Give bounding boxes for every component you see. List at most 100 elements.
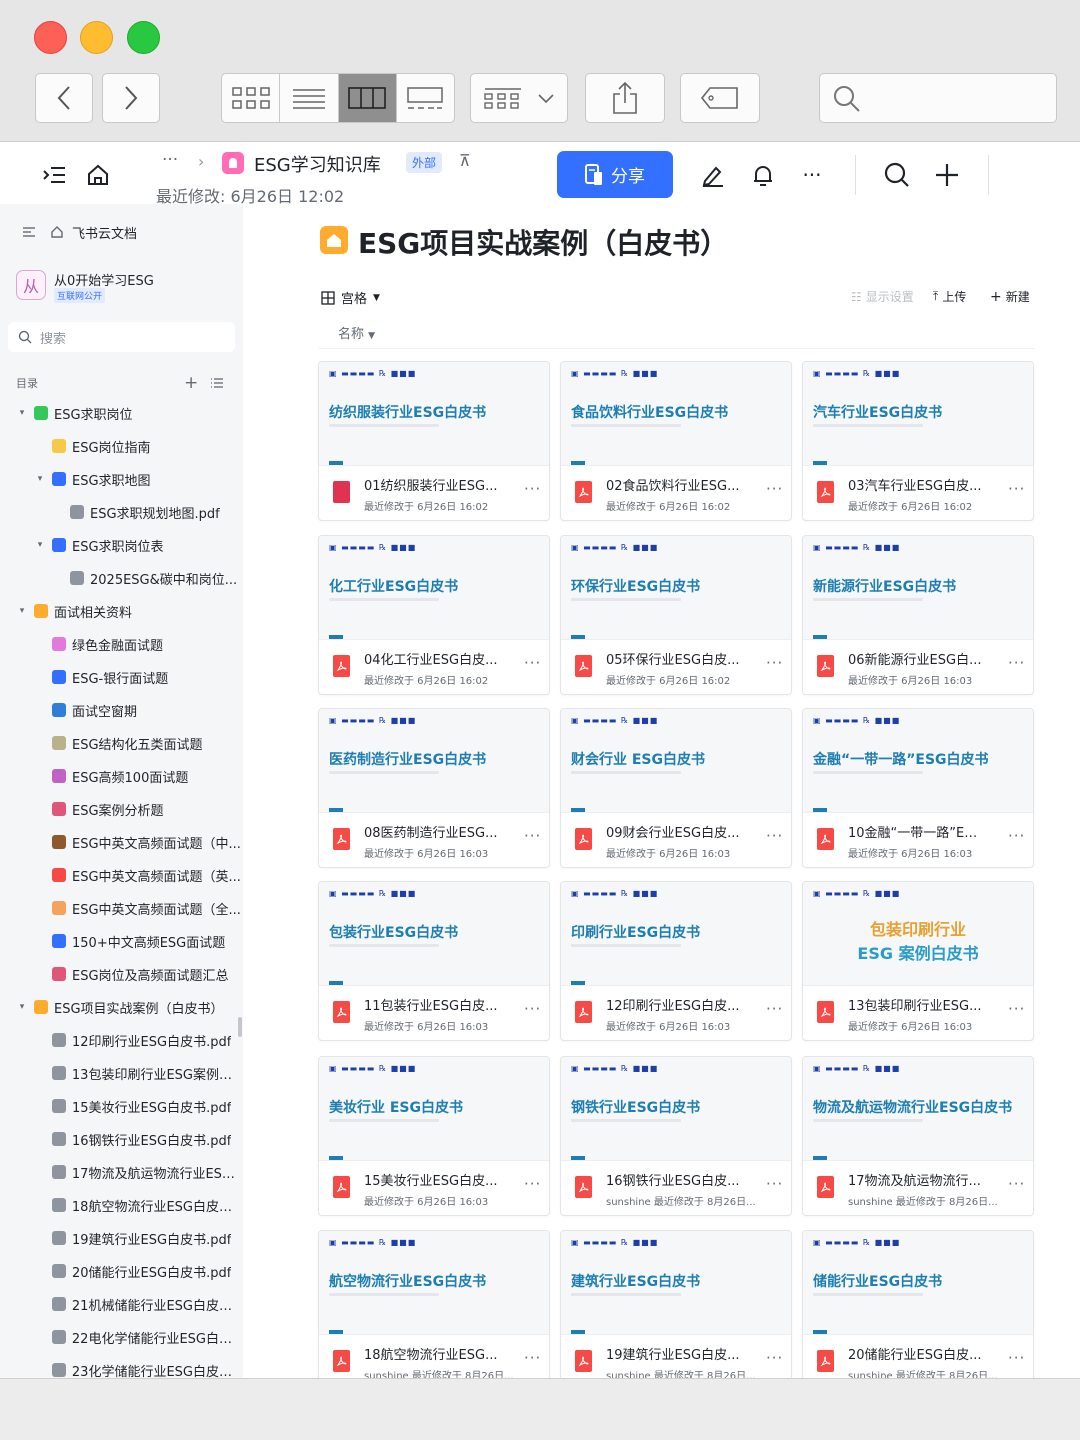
file-more-button[interactable]: ··· (1008, 1349, 1025, 1367)
sidebar-item[interactable]: ESG高频100面试题 (0, 761, 243, 791)
sidebar-item[interactable]: 12印刷行业ESG白皮书.pdf (0, 1025, 243, 1055)
sidebar-item[interactable]: 面试空窗期 (0, 695, 243, 725)
file-card[interactable]: ▣ ▬▬▬▬ ℞ ■■■ 印刷行业ESG白皮书 12印刷行业ESG白皮... 最近修改… (560, 881, 792, 1041)
sidebar-item[interactable]: ESG案例分析题 (0, 794, 243, 824)
list-view-button[interactable] (280, 74, 339, 122)
notifications-button[interactable] (750, 162, 776, 188)
file-card[interactable]: ▣ ▬▬▬▬ ℞ ■■■ 美妆行业 ESG白皮书 15美妆行业ESG白皮... 最近修… (318, 1056, 550, 1216)
zoom-window-button[interactable] (127, 21, 160, 54)
file-more-button[interactable]: ··· (524, 1175, 541, 1193)
pin-icon[interactable]: ⊼ (459, 151, 471, 170)
sidebar-item[interactable]: ESG岗位指南 (0, 431, 243, 461)
toc-options-icon[interactable] (210, 377, 224, 389)
expand-caret-icon[interactable]: ▾ (34, 474, 46, 484)
file-card[interactable]: ▣ ▬▬▬▬ ℞ ■■■ 金融“一带一路”ESG白皮书 10金融“一带一路”ES..… (802, 708, 1034, 868)
file-more-button[interactable]: ··· (1008, 827, 1025, 845)
cloud-docs-link[interactable]: 飞书云文档 (0, 217, 243, 247)
group-by-button[interactable] (470, 73, 568, 123)
file-card[interactable]: ▣ ▬▬▬▬ ℞ ■■■ 纺织服装行业ESG白皮书 01纺织服装行业ESG... 最近… (318, 361, 550, 521)
sidebar-item[interactable]: 15美妆行业ESG白皮书.pdf (0, 1091, 243, 1121)
file-more-button[interactable]: ··· (524, 827, 541, 845)
display-settings-button[interactable]: ☷ 显示设置 (851, 288, 914, 305)
file-more-button[interactable]: ··· (1008, 1175, 1025, 1193)
add-page-button[interactable]: + (184, 373, 198, 393)
file-card[interactable]: ▣ ▬▬▬▬ ℞ ■■■ 财会行业 ESG白皮书 09财会行业ESG白皮... 最近修… (560, 708, 792, 868)
sidebar-item[interactable]: 绿色金融面试题 (0, 629, 243, 659)
sidebar-item[interactable]: ▾ ESG求职岗位表 (0, 530, 243, 560)
sidebar-item[interactable]: 22电化学储能行业ESG白皮... (0, 1322, 243, 1352)
expand-caret-icon[interactable]: ▾ (16, 606, 28, 616)
sidebar-item[interactable]: 18航空物流行业ESG白皮书... (0, 1190, 243, 1220)
file-more-button[interactable]: ··· (766, 1349, 783, 1367)
file-more-button[interactable]: ··· (766, 654, 783, 672)
create-button[interactable] (932, 160, 962, 190)
sidebar-item[interactable]: ESG中英文高频面试题（英... (0, 860, 243, 890)
file-card[interactable]: ▣ ▬▬▬▬ ℞ ■■■ 钢铁行业ESG白皮书 16钢铁行业ESG白皮... suns… (560, 1056, 792, 1216)
sidebar-item[interactable]: ESG岗位及高频面试题汇总 (0, 959, 243, 989)
file-card[interactable]: ▣ ▬▬▬▬ ℞ ■■■ 航空物流行业ESG白皮书 18航空物流行业ESG... su… (318, 1230, 550, 1378)
sidebar-item[interactable]: 17物流及航运物流行业ESG... (0, 1157, 243, 1187)
sidebar-item[interactable]: 20储能行业ESG白皮书.pdf (0, 1256, 243, 1286)
sidebar-item[interactable]: ▾ ESG求职岗位 (0, 398, 243, 428)
edit-button[interactable] (700, 162, 726, 188)
close-window-button[interactable] (34, 21, 67, 54)
icon-view-button[interactable] (222, 74, 281, 122)
file-more-button[interactable]: ··· (766, 827, 783, 845)
sidebar-search-input[interactable]: 搜索 (8, 322, 235, 352)
sidebar-item[interactable]: ▾ ESG求职地图 (0, 464, 243, 494)
sidebar-item[interactable]: ESG求职规划地图.pdf (0, 497, 243, 527)
expand-caret-icon[interactable]: ▾ (16, 408, 28, 418)
gallery-view-button[interactable] (397, 74, 454, 122)
back-button[interactable] (35, 73, 93, 123)
file-more-button[interactable]: ··· (766, 480, 783, 498)
file-card[interactable]: ▣ ▬▬▬▬ ℞ ■■■ 包装行业ESG白皮书 11包装行业ESG白皮... 最近修改… (318, 881, 550, 1041)
file-card[interactable]: ▣ ▬▬▬▬ ℞ ■■■ 医药制造行业ESG白皮书 08医药制造行业ESG... 最近… (318, 708, 550, 868)
file-more-button[interactable]: ··· (524, 1000, 541, 1018)
file-card[interactable]: ▣ ▬▬▬▬ ℞ ■■■ 化工行业ESG白皮书 04化工行业ESG白皮... 最近修改… (318, 535, 550, 695)
home-button[interactable] (85, 162, 111, 188)
more-actions-button[interactable]: ··· (798, 162, 826, 188)
sidebar-item[interactable]: ESG结构化五类面试题 (0, 728, 243, 758)
file-more-button[interactable]: ··· (1008, 654, 1025, 672)
sidebar-scrollbar[interactable] (238, 1017, 242, 1037)
breadcrumb-space-title[interactable]: ESG学习知识库 (254, 151, 381, 177)
minimize-window-button[interactable] (80, 21, 113, 54)
share-button[interactable]: 分享 (557, 151, 673, 198)
upload-button[interactable]: ⤒ 上传 (933, 288, 966, 305)
file-card[interactable]: ▣ ▬▬▬▬ ℞ ■■■ 环保行业ESG白皮书 05环保行业ESG白皮... 最近修改… (560, 535, 792, 695)
file-more-button[interactable]: ··· (524, 654, 541, 672)
file-more-button[interactable]: ··· (766, 1175, 783, 1193)
column-view-button[interactable] (338, 74, 397, 122)
file-more-button[interactable]: ··· (524, 1349, 541, 1367)
sidebar-item[interactable]: ESG-银行面试题 (0, 662, 243, 692)
sidebar-item[interactable]: 150+中文高频ESG面试题 (0, 926, 243, 956)
file-card[interactable]: ▣ ▬▬▬▬ ℞ ■■■ 包装印刷行业 ESG 案例白皮书 13包装印刷行业ESG..… (802, 881, 1034, 1041)
sidebar-item[interactable]: ▾ 面试相关资料 (0, 596, 243, 626)
expand-caret-icon[interactable]: ▾ (34, 540, 46, 550)
sidebar-item[interactable]: 23化学储能行业ESG白皮书... (0, 1355, 243, 1378)
sidebar-item[interactable]: 19建筑行业ESG白皮书.pdf (0, 1223, 243, 1253)
file-card[interactable]: ▣ ▬▬▬▬ ℞ ■■■ 汽车行业ESG白皮书 03汽车行业ESG白皮... 最近修改… (802, 361, 1034, 521)
sidebar-item[interactable]: ESG中英文高频面试题（中... (0, 827, 243, 857)
sidebar-item[interactable]: 2025ESG&碳中和岗位... (0, 563, 243, 593)
global-search-button[interactable] (882, 160, 912, 190)
file-more-button[interactable]: ··· (766, 1000, 783, 1018)
tags-button[interactable] (680, 73, 760, 123)
sidebar-toggle-button[interactable] (40, 164, 68, 186)
file-card[interactable]: ▣ ▬▬▬▬ ℞ ■■■ 建筑行业ESG白皮书 19建筑行业ESG白皮... suns… (560, 1230, 792, 1378)
sidebar-item[interactable]: 16钢铁行业ESG白皮书.pdf (0, 1124, 243, 1154)
sidebar-item[interactable]: 13包装印刷行业ESG案例白... (0, 1058, 243, 1088)
file-card[interactable]: ▣ ▬▬▬▬ ℞ ■■■ 食品饮料行业ESG白皮书 02食品饮料行业ESG... 最近… (560, 361, 792, 521)
share-sheet-button[interactable] (585, 73, 665, 123)
expand-caret-icon[interactable]: ▾ (16, 1002, 28, 1012)
file-card[interactable]: ▣ ▬▬▬▬ ℞ ■■■ 物流及航运物流行业ESG白皮书 17物流及航运物流行...… (802, 1056, 1034, 1216)
finder-search-field[interactable] (819, 73, 1057, 123)
view-selector[interactable]: 宫格 ▼ (321, 288, 380, 307)
file-more-button[interactable]: ··· (524, 480, 541, 498)
sidebar-item[interactable]: ESG中英文高频面试题（全... (0, 893, 243, 923)
new-button[interactable]: + 新建 (990, 288, 1030, 305)
sidebar-item[interactable]: 21机械储能行业ESG白皮书... (0, 1289, 243, 1319)
file-more-button[interactable]: ··· (1008, 1000, 1025, 1018)
sort-by-name-button[interactable]: 名称 ▼ (338, 323, 375, 342)
file-more-button[interactable]: ··· (1008, 480, 1025, 498)
